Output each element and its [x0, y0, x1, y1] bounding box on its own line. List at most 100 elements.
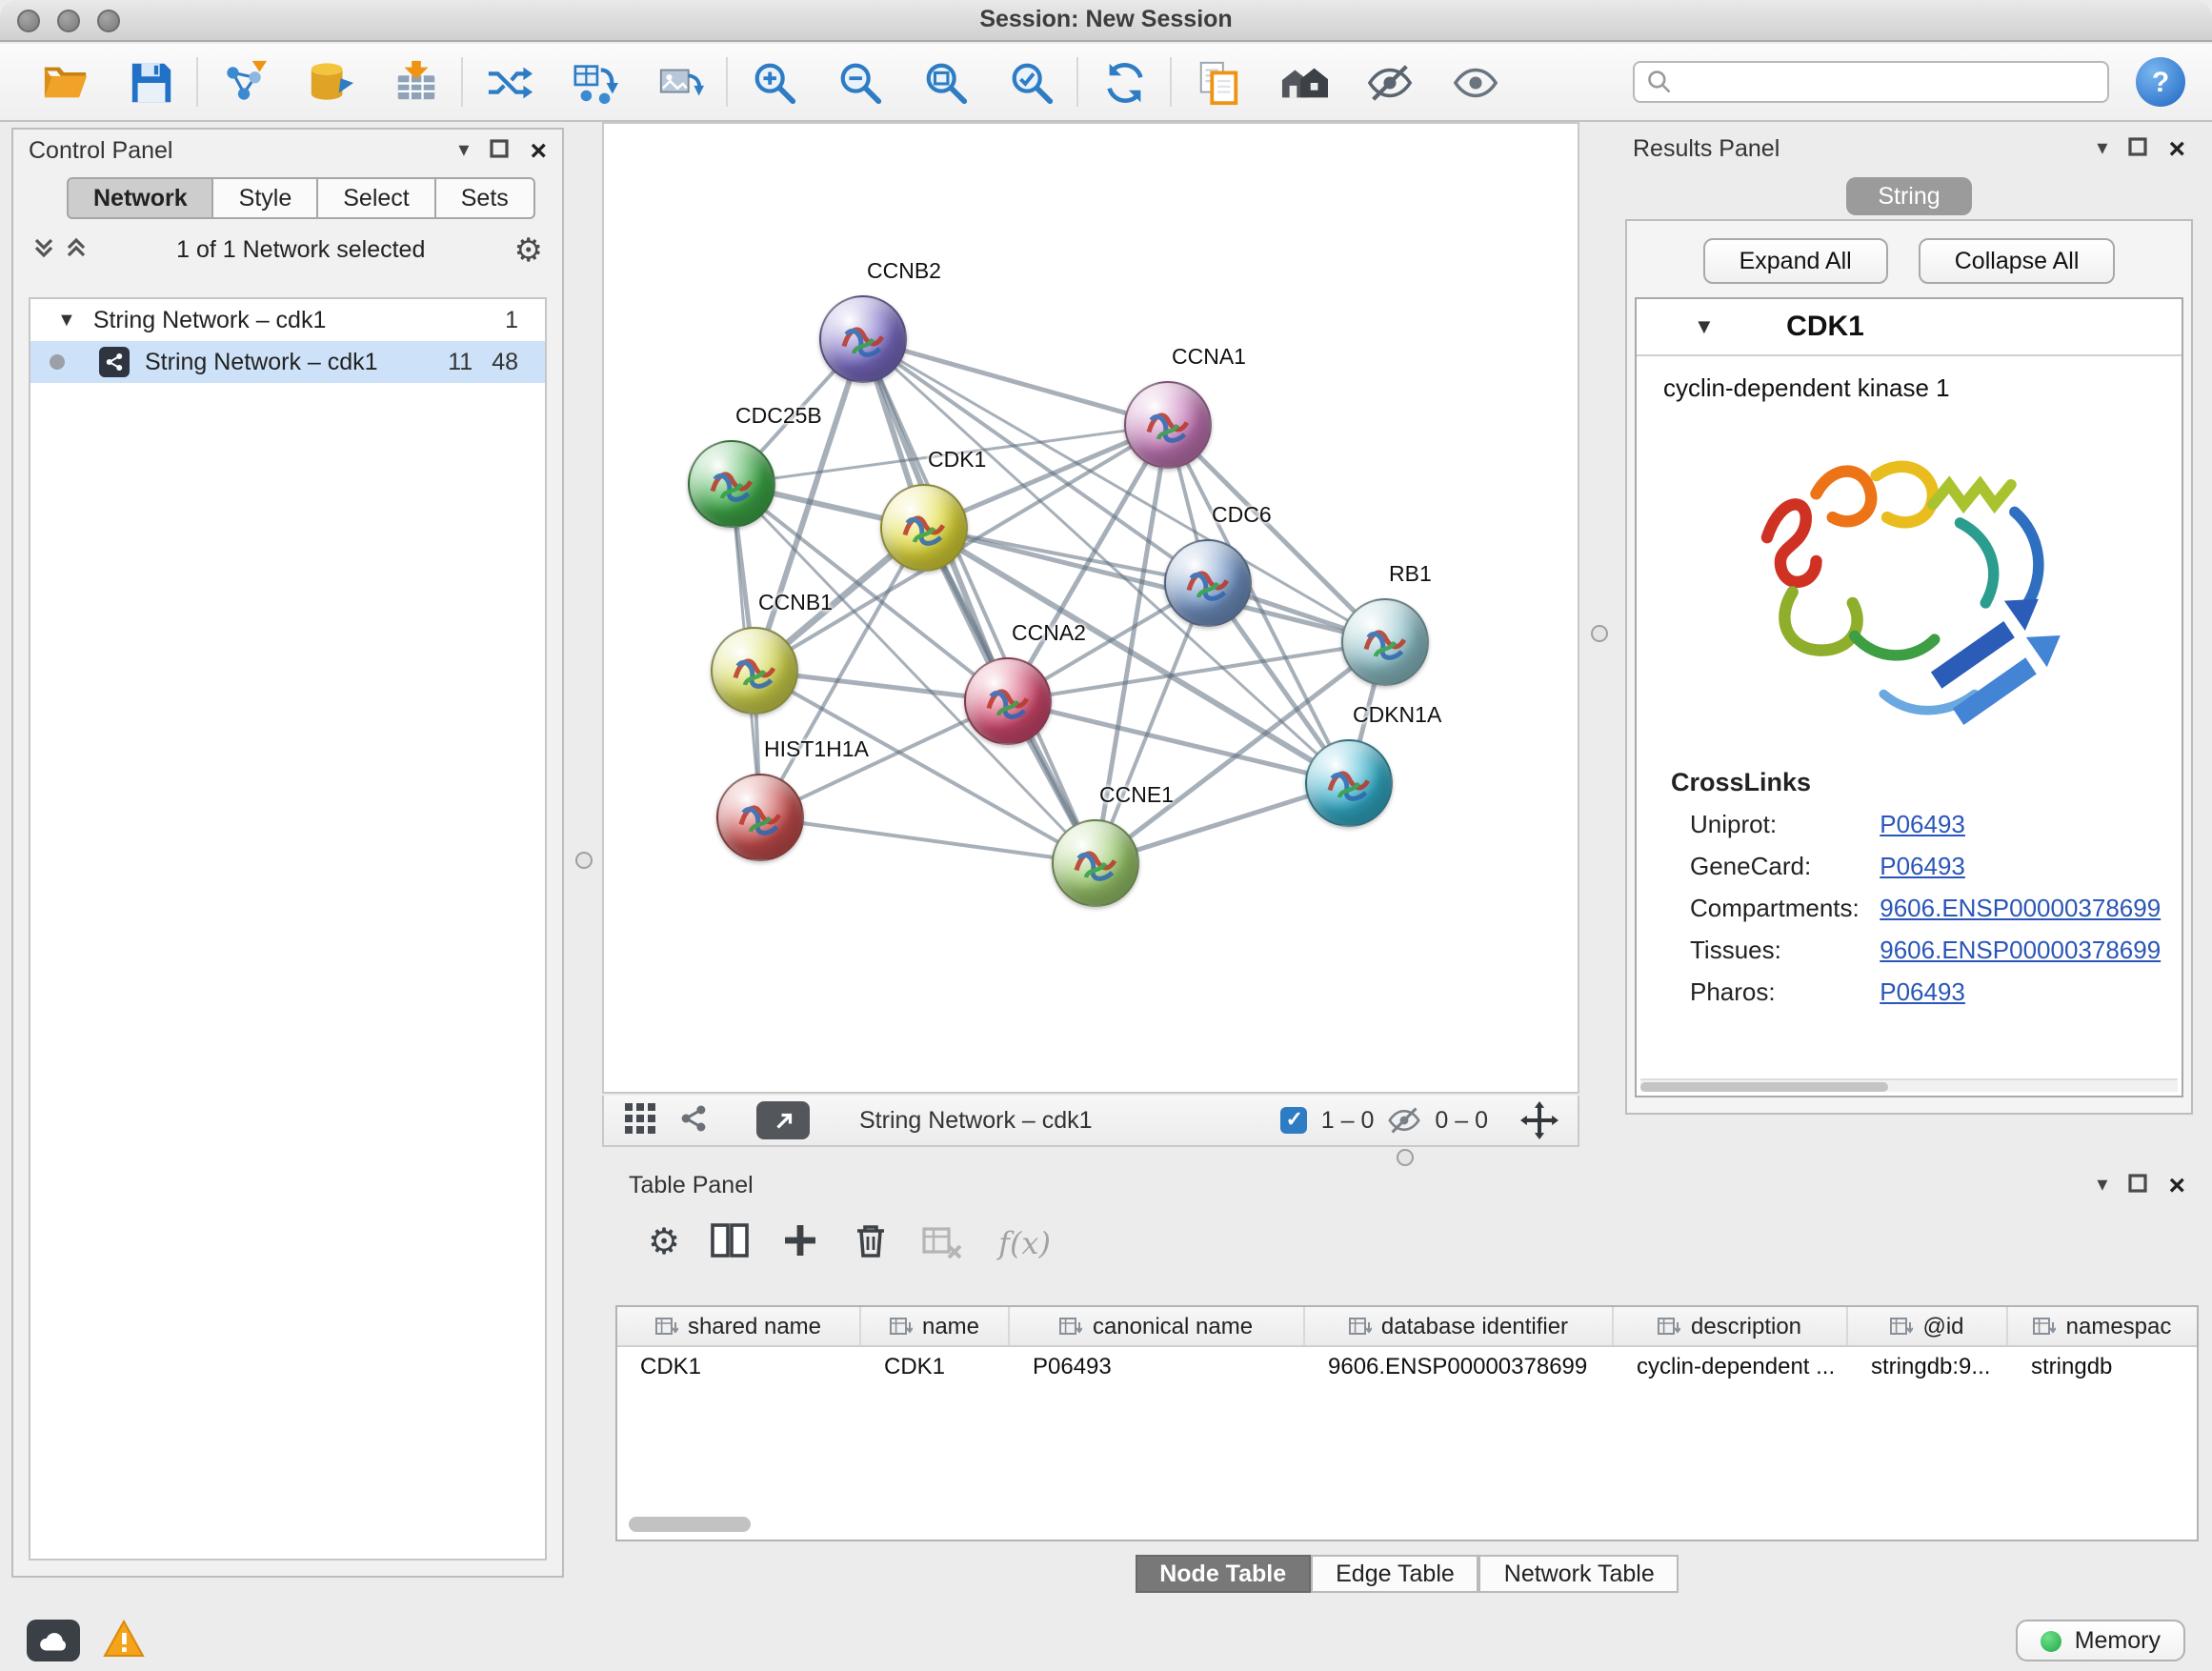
network-node-RB1[interactable] [1341, 598, 1429, 686]
tab-style[interactable]: Style [214, 177, 319, 219]
delete-table-button[interactable] [920, 1219, 962, 1267]
open-session-button[interactable] [36, 53, 93, 111]
tab-select[interactable]: Select [318, 177, 436, 219]
bottom-splitter-handle[interactable] [1397, 1149, 1414, 1166]
export-image-button[interactable] [652, 53, 709, 111]
copy-document-button[interactable] [1189, 53, 1246, 111]
panel-menu-button[interactable]: ▾ [2097, 1175, 2107, 1196]
tab-string[interactable]: String [1845, 177, 1972, 215]
network-collection-row[interactable]: ▼ String Network – cdk1 1 [30, 299, 545, 341]
save-session-button[interactable] [122, 53, 179, 111]
network-node-CCNA1[interactable] [1124, 381, 1212, 469]
collapse-triangle-icon[interactable]: ▼ [57, 310, 76, 331]
network-node-CCNE1[interactable] [1052, 819, 1139, 907]
cell-canonical-name[interactable]: P06493 [1010, 1347, 1305, 1387]
network-node-CCNB1[interactable] [711, 627, 798, 715]
detach-view-button[interactable] [756, 1101, 810, 1139]
network-node-CDKN1A[interactable] [1305, 739, 1393, 827]
crosslink-link[interactable]: P06493 [1880, 977, 1965, 1006]
tab-edge-table[interactable]: Edge Table [1311, 1555, 1479, 1593]
column-header-shared-name[interactable]: shared name [617, 1307, 861, 1345]
zoom-fit-button[interactable] [916, 53, 974, 111]
cell-namespace[interactable]: stringdb [2008, 1347, 2197, 1387]
import-table-from-file-button[interactable] [387, 53, 444, 111]
expand-tree-button[interactable] [32, 235, 55, 264]
table-options-gear-icon[interactable]: ⚙ [648, 1225, 680, 1261]
network-overview-button[interactable] [676, 1100, 711, 1140]
collapse-tree-button[interactable] [65, 235, 88, 264]
panel-close-button[interactable]: × [530, 136, 547, 165]
selected-indicator-checkbox[interactable]: ✓ [1281, 1107, 1308, 1134]
column-header-canonical-name[interactable]: canonical name [1010, 1307, 1305, 1345]
import-network-from-database-button[interactable] [301, 53, 358, 111]
zoom-out-button[interactable] [831, 53, 888, 111]
panel-close-button[interactable]: × [2168, 134, 2185, 163]
tab-node-table[interactable]: Node Table [1135, 1555, 1311, 1593]
network-node-CDK1[interactable] [880, 484, 968, 572]
cloud-button[interactable] [27, 1620, 80, 1661]
column-header-description[interactable]: description [1614, 1307, 1848, 1345]
table-row[interactable]: CDK1 CDK1 P06493 9606.ENSP00000378699 cy… [617, 1347, 2197, 1387]
warning-button[interactable] [103, 1619, 145, 1662]
network-node-HIST1H1A[interactable] [716, 774, 804, 861]
import-database-icon [306, 58, 353, 106]
grid-view-button[interactable] [623, 1100, 657, 1140]
table-horizontal-scrollbar-thumb[interactable] [629, 1517, 751, 1532]
table-panel-title: Table Panel [629, 1172, 754, 1198]
memory-button[interactable]: Memory [2016, 1620, 2185, 1661]
zoom-in-button[interactable] [745, 53, 802, 111]
crosslink-link[interactable]: 9606.ENSP00000378699 [1880, 936, 2161, 964]
refresh-button[interactable] [1096, 53, 1153, 111]
add-column-button[interactable] [779, 1219, 821, 1267]
network-canvas[interactable]: CCNB2CCNA1CDC25BCDK1CDC6RB1CCNB1CCNA2CDK… [602, 122, 1579, 1094]
home-button[interactable] [1275, 53, 1332, 111]
panel-close-button[interactable]: × [2168, 1171, 2185, 1199]
network-row-selected[interactable]: String Network – cdk1 11 48 [30, 341, 545, 383]
search-input[interactable] [1680, 69, 2096, 95]
column-header-database-identifier[interactable]: database identifier [1305, 1307, 1614, 1345]
function-builder-button[interactable]: f(x) [998, 1225, 1051, 1261]
left-splitter-handle[interactable] [575, 852, 593, 869]
network-options-gear-icon[interactable]: ⚙ [514, 233, 544, 266]
show-results-button[interactable] [1446, 53, 1503, 111]
column-header-name[interactable]: name [861, 1307, 1010, 1345]
tab-sets[interactable]: Sets [436, 177, 535, 219]
cell-id[interactable]: stringdb:9... [1848, 1347, 2008, 1387]
cell-description[interactable]: cyclin-dependent ... [1614, 1347, 1848, 1387]
crosslink-link[interactable]: P06493 [1880, 852, 1965, 880]
panel-float-button[interactable] [2128, 135, 2147, 162]
show-columns-button[interactable] [709, 1219, 751, 1267]
crosslink-link[interactable]: P06493 [1880, 810, 1965, 838]
network-node-CDC6[interactable] [1164, 539, 1252, 627]
network-node-CDC25B[interactable] [688, 440, 775, 528]
zoom-selected-button[interactable] [1002, 53, 1059, 111]
column-header-id[interactable]: @id [1848, 1307, 2008, 1345]
new-network-from-table-button[interactable] [566, 53, 623, 111]
grid-icon [623, 1100, 657, 1135]
help-button[interactable]: ? [2136, 57, 2185, 107]
columns-icon [709, 1219, 751, 1261]
tab-network[interactable]: Network [67, 177, 214, 219]
panel-float-button[interactable] [490, 137, 509, 164]
cell-name[interactable]: CDK1 [861, 1347, 1010, 1387]
network-node-CCNA2[interactable] [964, 657, 1052, 745]
scrollbar-thumb[interactable] [1640, 1082, 1887, 1092]
new-network-from-selection-button[interactable] [480, 53, 537, 111]
network-node-CCNB2[interactable] [819, 295, 907, 383]
panel-menu-button[interactable]: ▾ [2097, 138, 2107, 159]
panel-menu-button[interactable]: ▾ [458, 140, 469, 161]
panel-float-button[interactable] [2128, 1172, 2147, 1198]
cell-database-identifier[interactable]: 9606.ENSP00000378699 [1305, 1347, 1614, 1387]
expand-all-button[interactable]: Expand All [1703, 238, 1888, 284]
column-header-namespace[interactable]: namespac [2008, 1307, 2197, 1345]
import-network-from-file-button[interactable] [215, 53, 272, 111]
cell-shared-name[interactable]: CDK1 [617, 1347, 861, 1387]
right-splitter-handle[interactable] [1591, 625, 1608, 642]
crosslink-link[interactable]: 9606.ENSP00000378699 [1880, 894, 2161, 922]
results-horizontal-scrollbar[interactable] [1640, 1078, 2178, 1092]
tab-network-table[interactable]: Network Table [1479, 1555, 1679, 1593]
collapse-all-button[interactable]: Collapse All [1919, 238, 2116, 284]
move-crosshair-icon[interactable] [1520, 1101, 1558, 1139]
delete-column-button[interactable] [850, 1219, 892, 1267]
hide-results-button[interactable] [1360, 53, 1418, 111]
